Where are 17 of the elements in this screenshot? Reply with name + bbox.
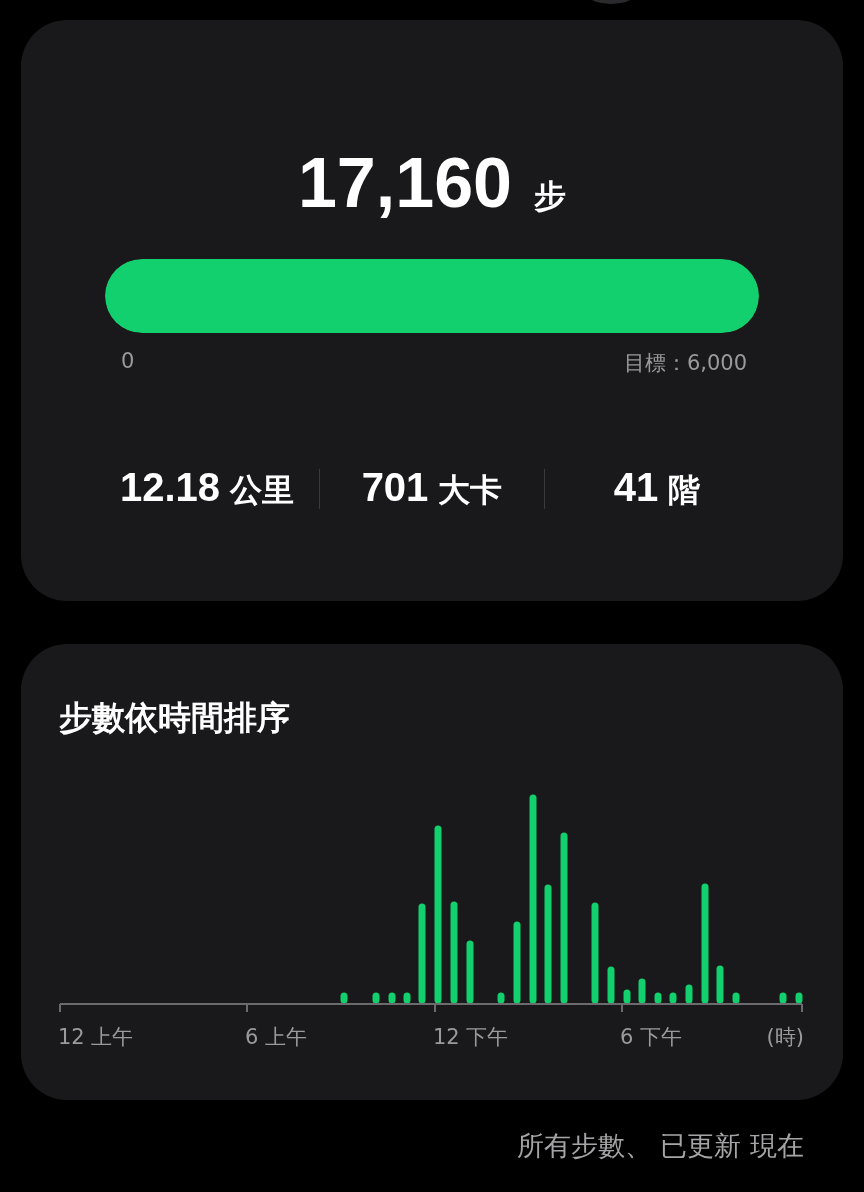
goal-label: 目標：6,000 bbox=[623, 350, 747, 377]
stat-unit: 階 bbox=[668, 470, 701, 511]
stat-value: 12.18 bbox=[119, 465, 221, 510]
x-axis-unit: (時) bbox=[766, 1025, 804, 1049]
update-status: 所有步數、 已更新 現在 bbox=[516, 1129, 804, 1163]
x-axis-label: 12 上午 bbox=[58, 1025, 134, 1049]
chart-title: 步數依時間排序 bbox=[59, 697, 291, 739]
stat-value: 701 bbox=[361, 465, 429, 510]
stat-unit: 公里 bbox=[230, 470, 295, 511]
stat-value: 41 bbox=[613, 465, 659, 510]
progress-min-label: 0 bbox=[121, 349, 135, 375]
x-axis-label: 6 上午 bbox=[245, 1025, 308, 1049]
stat-unit: 大卡 bbox=[438, 470, 503, 511]
step-count: 17,160 bbox=[297, 148, 513, 218]
x-axis-label: 6 下午 bbox=[620, 1025, 683, 1049]
x-axis-label: 12 下午 bbox=[433, 1025, 509, 1049]
step-unit: 步 bbox=[534, 176, 567, 217]
